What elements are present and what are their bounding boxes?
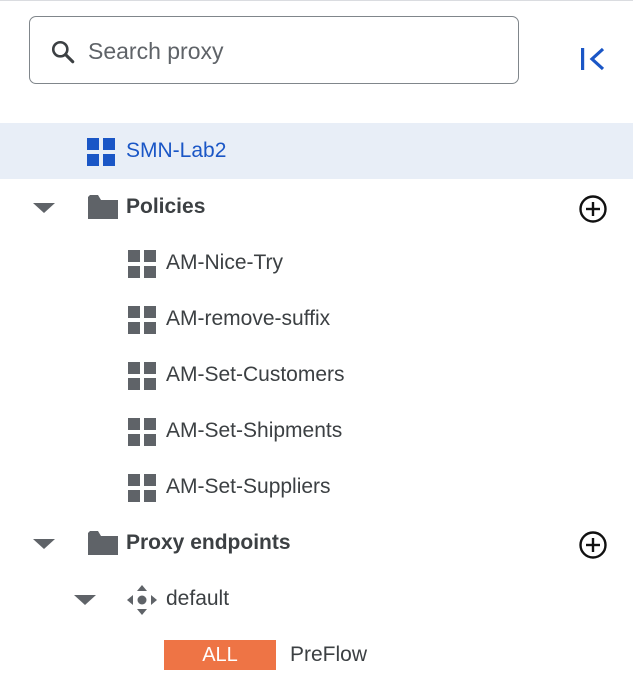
folder-icon xyxy=(88,195,118,219)
tree-folder-proxy-endpoints[interactable]: Proxy endpoints xyxy=(0,515,633,571)
tree-item-policy[interactable]: AM-Nice-Try xyxy=(0,235,633,291)
move-arrows-icon xyxy=(127,585,157,615)
tree-item-policy-label: AM-Nice-Try xyxy=(166,251,284,274)
grid-blue-icon xyxy=(87,138,115,166)
collapse-panel-icon[interactable] xyxy=(572,40,612,80)
tree-item-endpoint-label: default xyxy=(166,587,230,610)
add-proxy-endpoint-icon[interactable] xyxy=(578,530,608,560)
tree-item-flow-preflow[interactable]: ALL PreFlow xyxy=(0,627,633,683)
method-badge: ALL xyxy=(164,640,276,670)
tree-item-policy[interactable]: AM-Set-Shipments xyxy=(0,403,633,459)
search-icon xyxy=(51,40,75,64)
top-divider xyxy=(0,0,633,1)
tree-item-flow-label: PreFlow xyxy=(290,643,368,666)
tree-item-policy-label: AM-Set-Shipments xyxy=(166,419,343,442)
grid-grey-icon xyxy=(128,474,156,502)
tree-folder-policies-label: Policies xyxy=(126,195,206,218)
tree-folder-policies[interactable]: Policies xyxy=(0,179,633,235)
grid-grey-icon xyxy=(128,418,156,446)
search-input[interactable] xyxy=(88,31,488,71)
expand-caret-icon[interactable] xyxy=(74,595,96,605)
tree-folder-proxy-endpoints-label: Proxy endpoints xyxy=(126,531,291,554)
tree-item-endpoint-default[interactable]: default xyxy=(0,571,633,627)
tree-item-policy-label: AM-Set-Suppliers xyxy=(166,475,331,498)
grid-grey-icon xyxy=(128,306,156,334)
expand-caret-icon[interactable] xyxy=(33,203,55,213)
tree-item-policy[interactable]: AM-Set-Suppliers xyxy=(0,459,633,515)
add-policy-icon[interactable] xyxy=(578,194,608,224)
tree-item-policy-label: AM-remove-suffix xyxy=(166,307,331,330)
tree-item-root-label: SMN-Lab2 xyxy=(126,139,227,162)
grid-grey-icon xyxy=(128,362,156,390)
folder-icon xyxy=(88,531,118,555)
tree-item-root[interactable]: SMN-Lab2 xyxy=(0,123,633,179)
tree-item-policy-label: AM-Set-Customers xyxy=(166,363,345,386)
expand-caret-icon[interactable] xyxy=(33,539,55,549)
tree-item-policy[interactable]: AM-Set-Customers xyxy=(0,347,633,403)
search-box[interactable] xyxy=(29,16,519,84)
tree-item-policy[interactable]: AM-remove-suffix xyxy=(0,291,633,347)
grid-grey-icon xyxy=(128,250,156,278)
